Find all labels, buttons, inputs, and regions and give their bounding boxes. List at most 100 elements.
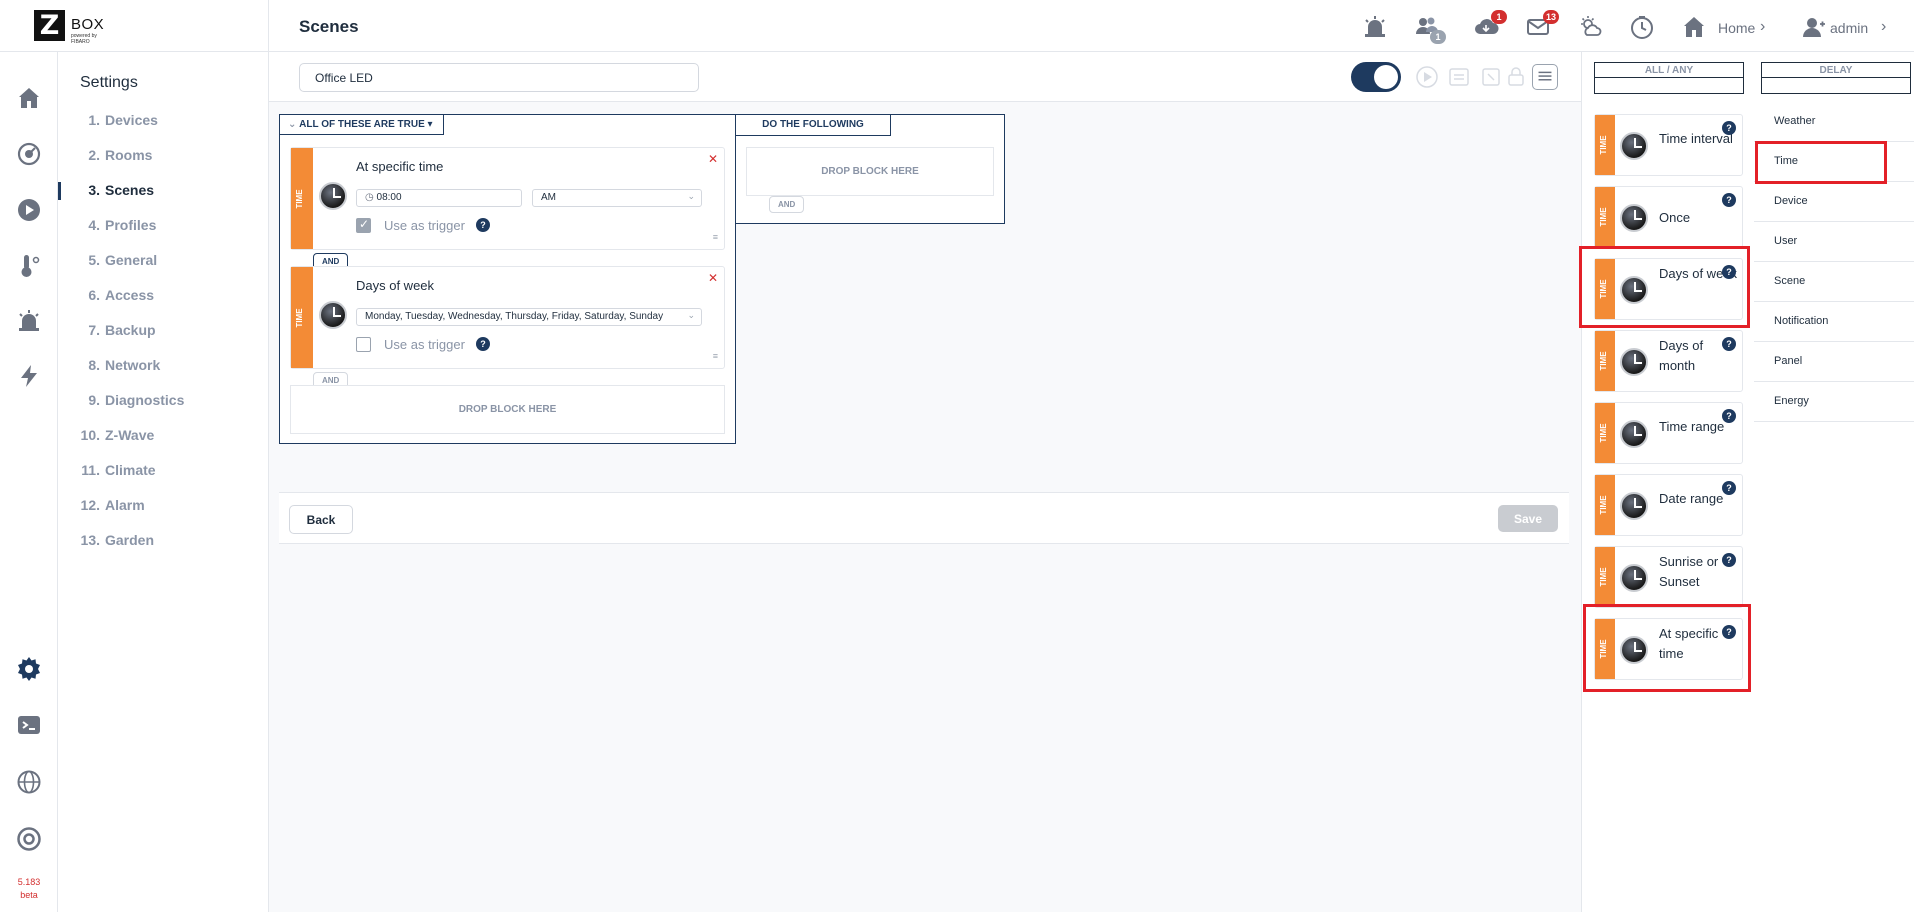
scene-enabled-toggle[interactable] [1351, 62, 1401, 92]
help-icon[interactable]: ? [1722, 553, 1736, 567]
alarm-icon[interactable] [16, 308, 42, 334]
mail-icon[interactable]: 13 [1525, 10, 1559, 40]
user-icon[interactable] [1800, 14, 1826, 40]
scene-editor: ⌄ ALL OF THESE ARE TRUE ▾ TIME At specif… [269, 52, 1581, 912]
copy-icon[interactable] [1479, 65, 1503, 89]
palette-card-time-range[interactable]: TIME Time range? [1594, 402, 1743, 464]
help-icon[interactable]: ? [1722, 625, 1736, 639]
actions-header: DO THE FOLLOWING [735, 114, 891, 136]
help-icon[interactable]: ? [476, 218, 490, 232]
strip-label: TIME [1599, 423, 1608, 443]
alarm-icon[interactable] [1362, 14, 1388, 40]
palette-card-at-specific-time[interactable]: TIME At specific time? [1594, 618, 1743, 680]
thermometer-icon[interactable] [16, 253, 42, 279]
use-as-trigger-checkbox[interactable] [356, 217, 371, 233]
clock-icon [1620, 348, 1648, 376]
help-icon[interactable]: ? [1722, 121, 1736, 135]
terminal-icon[interactable] [16, 712, 42, 738]
network-icon[interactable] [16, 769, 42, 795]
save-button[interactable]: Save [1498, 505, 1558, 532]
play-icon[interactable] [16, 197, 42, 223]
tab-label: ALL / ANY [1595, 63, 1743, 78]
category-panel[interactable]: Panel [1754, 342, 1914, 382]
scene-name-input[interactable] [299, 63, 699, 92]
drop-zone[interactable]: DROP BLOCK HERE [746, 147, 994, 196]
settings-item-diagnostics[interactable]: 9. Diagnostics [58, 383, 268, 418]
menu-icon[interactable] [1532, 64, 1558, 90]
icon-rail: 5.183 beta [0, 52, 58, 912]
weather-icon[interactable] [1578, 14, 1604, 40]
settings-item-rooms[interactable]: 2. Rooms [58, 138, 268, 173]
cloud-icon[interactable]: 1 [1473, 10, 1507, 40]
close-icon[interactable]: ✕ [708, 152, 718, 166]
use-as-trigger-checkbox[interactable] [356, 337, 371, 352]
settings-item-number: 8. [88, 357, 100, 373]
settings-item-z-wave[interactable]: 10. Z-Wave [58, 418, 268, 453]
category-notification[interactable]: Notification [1754, 302, 1914, 342]
tab-delay[interactable]: DELAY [1761, 62, 1911, 94]
home-icon[interactable] [16, 85, 42, 111]
settings-item-climate[interactable]: 11. Climate [58, 453, 268, 488]
category-scene[interactable]: Scene [1754, 262, 1914, 302]
clock-icon[interactable] [1629, 14, 1655, 40]
settings-item-scenes[interactable]: 3. Scenes [58, 173, 268, 208]
category-energy[interactable]: Energy [1754, 382, 1914, 422]
palette-card-time-interval[interactable]: TIME Time interval? [1594, 114, 1743, 176]
settings-item-garden[interactable]: 13. Garden [58, 523, 268, 558]
settings-item-number: 6. [88, 287, 100, 303]
tab-all-any[interactable]: ALL / ANY [1594, 62, 1744, 94]
help-icon[interactable]: ? [1722, 337, 1736, 351]
category-weather[interactable]: Weather [1754, 102, 1914, 142]
settings-item-number: 3. [88, 182, 100, 198]
settings-item-number: 1. [88, 112, 100, 128]
time-input[interactable]: ◷ 08:00 [356, 189, 522, 207]
palette-card-days-of-month[interactable]: TIME Days of month? [1594, 330, 1743, 392]
lock-icon[interactable] [1504, 65, 1528, 89]
palette-card-date-range[interactable]: TIME Date range? [1594, 474, 1743, 536]
settings-item-backup[interactable]: 7. Backup [58, 313, 268, 348]
conditions-mode-dropdown[interactable]: ⌄ ALL OF THESE ARE TRUE ▾ [279, 114, 444, 135]
settings-item-profiles[interactable]: 4. Profiles [58, 208, 268, 243]
category-user[interactable]: User [1754, 222, 1914, 262]
settings-item-label: Alarm [105, 497, 145, 513]
support-icon[interactable] [16, 826, 42, 852]
help-icon[interactable]: ? [476, 337, 490, 351]
condition-block-specific-time[interactable]: TIME At specific time ✕ ◷ 08:00 AM ⌄ Use… [290, 147, 725, 250]
drop-zone[interactable]: DROP BLOCK HERE [290, 385, 725, 434]
list-icon[interactable] [1447, 65, 1471, 89]
condition-block-days-of-week[interactable]: TIME Days of week ✕ Monday, Tuesday, Wed… [290, 266, 725, 369]
back-button[interactable]: Back [289, 505, 353, 534]
settings-item-alarm[interactable]: 12. Alarm [58, 488, 268, 523]
help-icon[interactable]: ? [1722, 481, 1736, 495]
settings-item-network[interactable]: 8. Network [58, 348, 268, 383]
run-icon[interactable] [1415, 65, 1439, 89]
ampm-select[interactable]: AM ⌄ [532, 189, 702, 207]
settings-item-devices[interactable]: 1. Devices [58, 103, 268, 138]
close-icon[interactable]: ✕ [708, 271, 718, 285]
category-time[interactable]: Time [1754, 142, 1914, 182]
help-icon[interactable]: ? [1722, 409, 1736, 423]
users-icon[interactable]: 1 [1414, 14, 1446, 44]
home-link[interactable]: Home [1718, 20, 1755, 36]
gear-icon[interactable] [16, 656, 42, 682]
category-device[interactable]: Device [1754, 182, 1914, 222]
settings-item-number: 4. [88, 217, 100, 233]
category-label: Device [1774, 195, 1808, 207]
zbox-logo[interactable]: Z BOX powered by FIBARO [34, 10, 114, 45]
help-icon[interactable]: ? [1722, 193, 1736, 207]
help-icon[interactable]: ? [1722, 265, 1736, 279]
dashboard-icon[interactable] [16, 141, 42, 167]
home-icon[interactable] [1681, 14, 1707, 40]
settings-item-general[interactable]: 5. General [58, 243, 268, 278]
settings-item-number: 5. [88, 252, 100, 268]
settings-item-access[interactable]: 6. Access [58, 278, 268, 313]
category-label: User [1774, 235, 1798, 247]
palette-card-days-of-week[interactable]: TIME Days of week? [1594, 258, 1743, 320]
user-link[interactable]: admin [1830, 20, 1868, 36]
palette-card-once[interactable]: TIME Once? [1594, 186, 1743, 248]
palette-card-sunrise-or-sunset[interactable]: TIME Sunrise or Sunset? [1594, 546, 1743, 608]
energy-icon[interactable] [16, 363, 42, 389]
drag-handle-icon[interactable]: ≡ [713, 351, 718, 361]
drag-handle-icon[interactable]: ≡ [713, 232, 718, 242]
days-select[interactable]: Monday, Tuesday, Wednesday, Thursday, Fr… [356, 308, 702, 326]
